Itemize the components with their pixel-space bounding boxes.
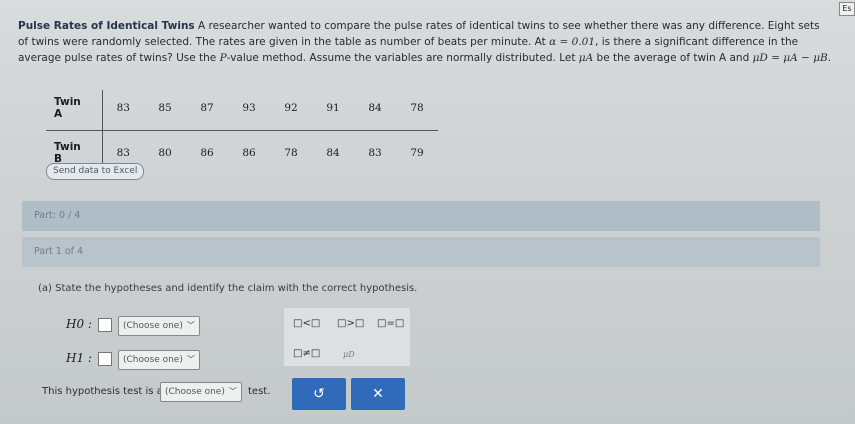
test-type-row: This hypothesis test is a (42, 386, 163, 397)
table-cell: 86 (200, 147, 214, 159)
h0-row: H0 : (66, 317, 112, 332)
chevron-down-icon: ﹀ (228, 387, 237, 396)
h0-claim-select[interactable]: (Choose one) ﹀ (118, 316, 200, 336)
h0-answer-box[interactable] (97, 317, 112, 332)
corner-tab[interactable]: Es (839, 2, 855, 16)
alpha-value: α = 0.01 (549, 36, 596, 48)
table-cell: 85 (144, 90, 186, 131)
close-icon: ✕ (372, 386, 384, 402)
test-type-select[interactable]: (Choose one) ﹀ (160, 382, 242, 402)
mu-a-symbol: μA (578, 52, 594, 64)
greater-than-symbol[interactable]: □>□ (332, 314, 369, 333)
table-cell: 86 (242, 147, 256, 159)
part-progress-bar: Part: 0 / 4 (22, 201, 820, 231)
table-cell: 93 (228, 90, 270, 131)
table-cell: 83 (368, 147, 382, 159)
test-suffix: test. (248, 386, 271, 397)
table-row: Twin A 83 85 87 93 92 91 84 78 (46, 90, 438, 131)
part-header: Part 1 of 4 (22, 237, 820, 267)
undo-icon: ↺ (313, 386, 325, 402)
table-cell: 80 (158, 147, 172, 159)
table-cell: 92 (270, 90, 312, 131)
undo-button[interactable]: ↺ (292, 378, 346, 410)
table-cell: 83 (102, 90, 144, 131)
chevron-down-icon: ﹀ (186, 355, 195, 364)
chevron-down-icon: ﹀ (186, 321, 195, 330)
equals-symbol[interactable]: □=□ (372, 314, 409, 333)
mu-d-symbol[interactable]: μD (338, 346, 360, 363)
table-cell: 84 (354, 90, 396, 131)
h1-answer-box[interactable] (97, 351, 112, 366)
question-prompt: (a) State the hypotheses and identify th… (38, 283, 418, 294)
table-cell: 91 (312, 90, 354, 131)
table-cell: 79 (410, 147, 424, 159)
problem-statement: Pulse Rates of Identical Twins A researc… (18, 20, 832, 64)
h1-label: H1 : (66, 351, 92, 365)
less-than-symbol[interactable]: □<□ (288, 314, 325, 333)
problem-title: Pulse Rates of Identical Twins (18, 20, 195, 32)
mu-d-definition: μD = μA − μB (752, 52, 828, 64)
table-cell: 84 (326, 147, 340, 159)
twins-data-table: Twin A 83 85 87 93 92 91 84 78 Twin B 83… (46, 90, 438, 171)
h0-label: H0 : (66, 317, 92, 331)
table-cell: 78 (284, 147, 298, 159)
h1-claim-select[interactable]: (Choose one) ﹀ (118, 350, 200, 370)
h1-row: H1 : (66, 351, 112, 366)
row-label-twin-a: Twin A (46, 90, 103, 131)
symbol-palette: □<□ □>□ □=□ □≠□ μD (283, 307, 411, 367)
send-to-excel-button[interactable]: Send data to Excel (46, 163, 145, 180)
table-cell: 87 (186, 90, 228, 131)
clear-button[interactable]: ✕ (351, 378, 405, 410)
not-equal-symbol[interactable]: □≠□ (288, 344, 325, 363)
table-cell: 78 (396, 90, 438, 131)
